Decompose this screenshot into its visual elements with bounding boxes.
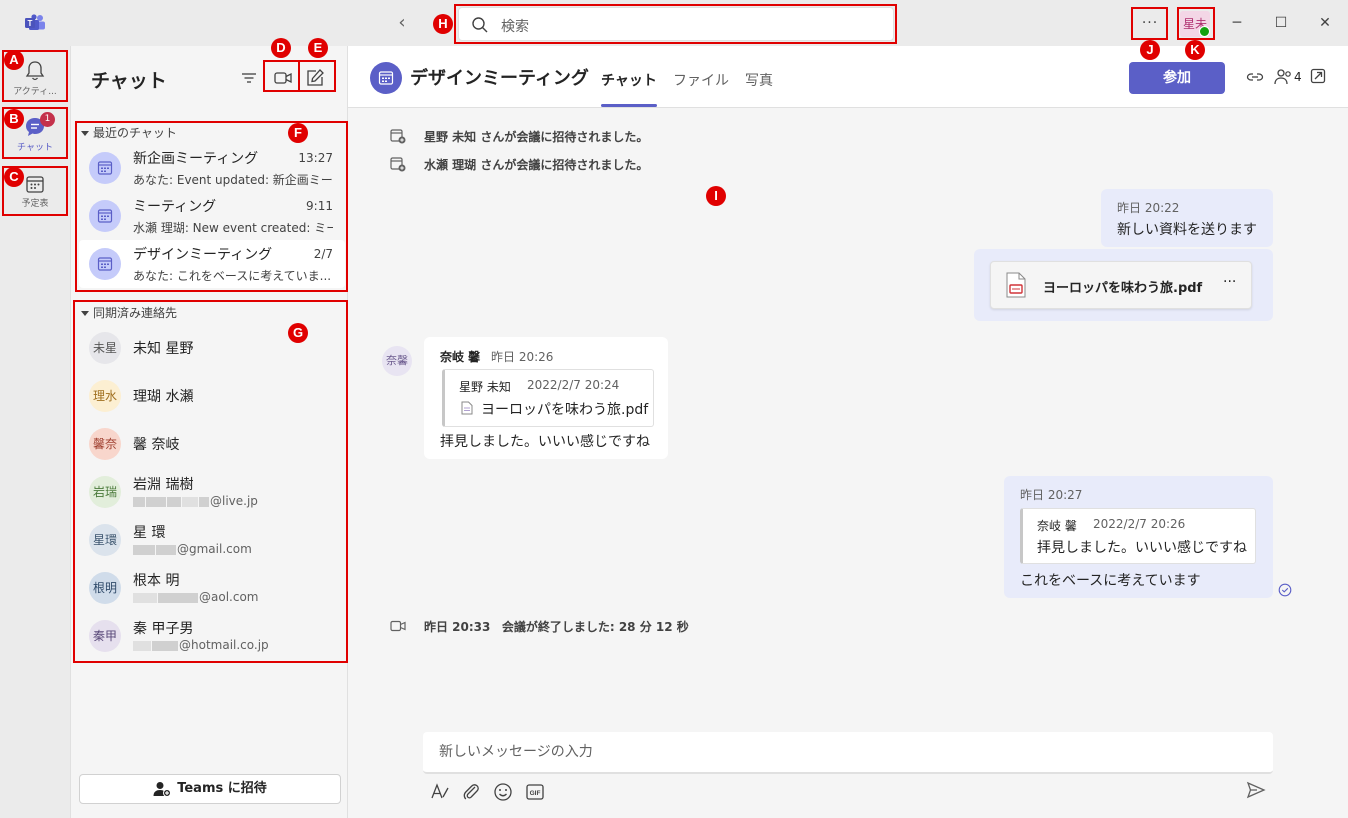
chat-title: デザインミーティング [410, 68, 589, 89]
annotation-label-c: C [4, 167, 24, 187]
annotation-label-a: A [4, 50, 24, 70]
document-icon [461, 401, 473, 415]
add-person-icon [153, 781, 172, 797]
app-rail: アクティ... 1 チャット 予定表 [0, 46, 70, 818]
attach-icon[interactable] [459, 780, 483, 804]
close-icon[interactable]: ✕ [1314, 12, 1336, 34]
svg-text:GIF: GIF [530, 790, 541, 797]
message-input[interactable] [423, 732, 1273, 772]
meeting-invite-icon [390, 129, 406, 144]
invite-to-teams-button[interactable]: Teams に招待 [79, 774, 341, 804]
format-text-icon[interactable] [428, 780, 452, 804]
quote-sender: 奈岐 馨 [1037, 519, 1077, 533]
annotation-label-k: K [1185, 40, 1205, 60]
annotation-label-f: F [288, 123, 308, 143]
annotation-box-h [454, 4, 897, 44]
tab-photos[interactable]: 写真 [745, 70, 773, 90]
participant-count: 4 [1294, 70, 1302, 84]
pop-out-icon[interactable] [1310, 68, 1326, 84]
message-time: 昨日 20:26 [491, 350, 554, 364]
svg-text:T: T [28, 19, 33, 28]
annotation-box-f [75, 121, 348, 292]
meeting-avatar [370, 62, 402, 94]
annotation-box-g [73, 300, 348, 663]
quote-text: 拝見しました。いいい感じですね [1037, 540, 1247, 556]
join-button[interactable]: 参加 [1129, 62, 1225, 94]
back-button[interactable]: ‹ [392, 12, 412, 34]
meeting-calendar-icon [378, 71, 394, 85]
minimize-icon[interactable]: ─ [1226, 12, 1248, 34]
gif-icon[interactable]: GIF [523, 780, 547, 804]
message-composer[interactable] [423, 732, 1273, 774]
message-text: 新しい資料を送ります [1117, 222, 1257, 238]
chat-list-title: チャット [91, 70, 167, 92]
message-text: これをベースに考えています [1020, 573, 1201, 589]
annotation-label-h: H [433, 14, 453, 34]
quote-time: 2022/2/7 20:24 [527, 378, 620, 392]
emoji-icon[interactable] [491, 780, 515, 804]
message-time: 昨日 20:22 [1117, 201, 1180, 215]
teams-logo-icon: T [25, 14, 45, 30]
my-reply-bubble[interactable]: 昨日 20:27 奈岐 馨 2022/2/7 20:26 拝見しました。いいい感… [1004, 476, 1273, 598]
file-attachment-card[interactable]: ヨーロッパを味わう旅.pdf ··· [990, 261, 1252, 309]
meeting-invite-icon [390, 157, 406, 172]
file-name: ヨーロッパを味わう旅.pdf [1043, 281, 1203, 296]
message-time: 昨日 20:27 [1020, 488, 1083, 502]
annotation-box-k [1177, 7, 1215, 40]
quote-sender: 星野 未知 [459, 380, 511, 394]
annotation-box-j [1131, 7, 1168, 40]
annotation-box-d [263, 60, 300, 92]
annotation-label-j: J [1140, 40, 1160, 60]
active-tab-indicator [601, 104, 657, 107]
annotation-label-i: I [706, 186, 726, 206]
received-message-bubble[interactable]: 奈岐 馨 昨日 20:26 星野 未知 2022/2/7 20:24 ヨーロッパ… [424, 337, 668, 459]
maximize-icon[interactable]: ☐ [1270, 12, 1292, 34]
annotation-label-b: B [4, 109, 24, 129]
tab-chat[interactable]: チャット [601, 70, 657, 90]
video-camera-icon [390, 620, 406, 632]
annotation-label-e: E [308, 38, 328, 58]
sender-name: 奈岐 馨 [440, 350, 481, 364]
link-icon[interactable] [1246, 68, 1264, 86]
file-more-options-button[interactable]: ··· [1223, 274, 1236, 290]
quoted-message[interactable]: 星野 未知 2022/2/7 20:24 ヨーロッパを味わう旅.pdf [442, 369, 654, 427]
pdf-file-icon [1006, 272, 1026, 298]
annotation-box-e [298, 60, 336, 92]
my-message-bubble[interactable]: 昨日 20:22 新しい資料を送ります [1101, 189, 1273, 247]
read-receipt-icon [1278, 583, 1292, 597]
annotation-label-d: D [271, 38, 291, 58]
quote-time: 2022/2/7 20:26 [1093, 517, 1186, 531]
quoted-message[interactable]: 奈岐 馨 2022/2/7 20:26 拝見しました。いいい感じですね [1020, 508, 1256, 564]
tab-files[interactable]: ファイル [673, 70, 729, 90]
participants-icon[interactable] [1274, 68, 1294, 86]
sender-avatar[interactable]: 奈馨 [382, 346, 412, 376]
message-text: 拝見しました。いいい感じですね [440, 434, 650, 450]
annotation-label-g: G [288, 323, 308, 343]
send-icon[interactable] [1246, 780, 1266, 800]
chat-pane: デザインミーティング チャット ファイル 写真 参加 4 星野 未知 さんが会議… [348, 46, 1348, 818]
filter-icon[interactable] [237, 66, 261, 90]
quote-file-name: ヨーロッパを味わう旅.pdf [481, 402, 649, 418]
